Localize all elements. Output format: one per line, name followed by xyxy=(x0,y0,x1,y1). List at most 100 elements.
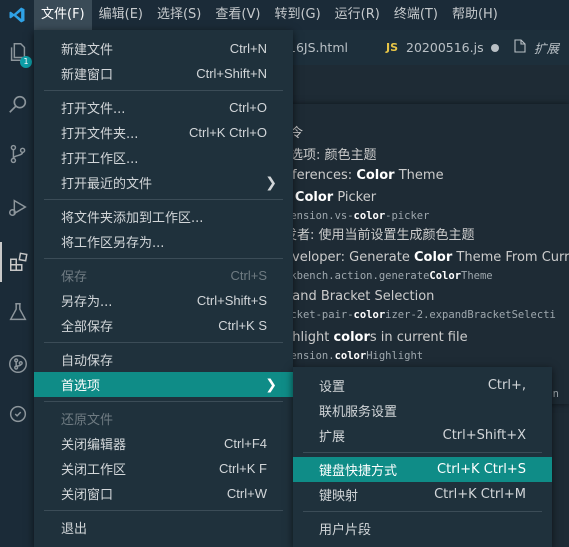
file-menu-item[interactable]: 关闭窗口 Ctrl+W xyxy=(34,481,293,506)
preferences-submenu: 设置 Ctrl+, 联机服务设置 扩展 Ctrl+Shift+X 键盘快捷方式 Ctrl+K… xyxy=(293,367,552,547)
preferences-item[interactable]: 用户片段 xyxy=(293,516,552,541)
preferences-item-shortcut: Ctrl+, xyxy=(487,378,526,393)
file-menu-item-shortcut: Ctrl+Shift+N xyxy=(196,66,267,81)
file-menu-item-label: 打开文件夹... xyxy=(61,127,139,142)
chevron-right-icon: ❯ xyxy=(265,174,277,191)
palette-item-command-id: tension.colorHighlight xyxy=(284,350,424,362)
menubar-item-3[interactable]: 查看(V) xyxy=(208,0,267,30)
file-menu-item[interactable]: 关闭工作区 Ctrl+K F xyxy=(34,456,293,481)
palette-item-command-id: tension.vs-color-picker xyxy=(284,210,430,222)
file-menu-item-label: 打开工作区... xyxy=(61,152,139,167)
file-menu-item[interactable]: 新建窗口 Ctrl+Shift+N xyxy=(34,61,293,86)
menubar-item-2[interactable]: 选择(S) xyxy=(150,0,208,30)
file-menu-item-label: 全部保存 xyxy=(61,320,114,335)
file-menu-item-shortcut: Ctrl+K S xyxy=(218,318,267,333)
preferences-item[interactable]: 键盘快捷方式 Ctrl+K Ctrl+S xyxy=(293,457,552,482)
run-debug-icon[interactable] xyxy=(0,187,36,227)
git-graph-icon[interactable] xyxy=(0,344,36,384)
palette-item[interactable]: ghlight colors in current file tension.co… xyxy=(284,328,569,364)
unsaved-dot-icon[interactable] xyxy=(490,43,499,52)
file-menu-item-label: 还原文件 xyxy=(61,413,114,428)
file-menu-item-label: 关闭工作区 xyxy=(61,463,127,478)
explorer-icon[interactable]: 1 xyxy=(0,32,36,72)
file-menu: 新建文件 Ctrl+N 新建窗口 Ctrl+Shift+N 打开文件... Ctrl+O 打… xyxy=(34,30,293,547)
preferences-item-label: 键映射 xyxy=(319,489,359,504)
source-control-icon[interactable] xyxy=(0,134,36,174)
menu-separator xyxy=(44,90,283,91)
preferences-item-shortcut: Ctrl+K Ctrl+S xyxy=(437,462,526,477)
file-menu-item-shortcut: Ctrl+S xyxy=(230,268,267,283)
tab-extensions[interactable]: 扩展 xyxy=(514,30,559,65)
file-menu-item-shortcut: Ctrl+F4 xyxy=(224,436,267,451)
file-menu-item[interactable]: 打开工作区... xyxy=(34,145,293,170)
vscode-logo-icon[interactable] xyxy=(0,0,34,30)
search-icon[interactable] xyxy=(0,84,36,124)
palette-item-title: s Color Picker xyxy=(284,190,377,205)
file-menu-item[interactable]: 新建文件 Ctrl+N xyxy=(34,36,293,61)
preferences-item-shortcut: Ctrl+K Ctrl+M xyxy=(434,487,526,502)
palette-item-title: 发者: 使用当前设置生成颜色主题 xyxy=(284,228,475,243)
file-menu-item-label: 自动保存 xyxy=(61,354,114,369)
testing-flask-icon[interactable] xyxy=(0,292,36,332)
palette-item[interactable]: 选项: 颜色主题 xyxy=(290,146,569,166)
menubar-item-1[interactable]: 编辑(E) xyxy=(92,0,150,30)
extensions-icon[interactable] xyxy=(0,242,36,282)
palette-item-title: 选项: 颜色主题 xyxy=(290,148,377,163)
file-menu-item[interactable]: 关闭编辑器 Ctrl+F4 xyxy=(34,431,293,456)
preferences-item[interactable]: 设置 Ctrl+, xyxy=(293,373,552,398)
menubar-item-6[interactable]: 终端(T) xyxy=(387,0,445,30)
palette-item[interactable]: pand Bracket Selection acket-pair-coloriz… xyxy=(284,287,569,323)
preferences-item[interactable]: 扩展 Ctrl+Shift+X xyxy=(293,423,552,448)
file-menu-item[interactable]: 另存为... Ctrl+Shift+S xyxy=(34,288,293,313)
preferences-item-label: 扩展 xyxy=(319,430,346,445)
palette-item[interactable]: s Color Picker tension.vs-color-picker xyxy=(284,188,569,224)
preferences-item-label: 用户片段 xyxy=(319,523,372,538)
file-menu-item-shortcut: Ctrl+O xyxy=(229,100,267,115)
remote-icon[interactable] xyxy=(0,394,36,434)
preferences-item[interactable]: 联机服务设置 xyxy=(293,398,552,423)
file-menu-item[interactable]: 将文件夹添加到工作区... xyxy=(34,204,293,229)
file-menu-item-label: 首选项 xyxy=(61,379,101,394)
menu-separator xyxy=(44,258,283,259)
file-menu-item-label: 将工作区另存为... xyxy=(61,236,165,251)
explorer-badge: 1 xyxy=(20,56,32,68)
menubar-item-5[interactable]: 运行(R) xyxy=(328,0,387,30)
menubar-item-4[interactable]: 转到(G) xyxy=(267,0,327,30)
chevron-right-icon: ❯ xyxy=(265,376,277,393)
tab-js-file-label: 20200516.js xyxy=(406,40,484,55)
menu-separator xyxy=(44,401,283,402)
js-file-icon: JS xyxy=(386,41,399,54)
file-menu-item-label: 关闭窗口 xyxy=(61,488,114,503)
menubar-item-0[interactable]: 文件(F) xyxy=(34,0,92,30)
menu-separator xyxy=(303,452,542,453)
file-menu-item[interactable]: 打开文件夹... Ctrl+K Ctrl+O xyxy=(34,120,293,145)
file-menu-item[interactable]: 打开文件... Ctrl+O xyxy=(34,95,293,120)
file-menu-item[interactable]: 退出 xyxy=(34,515,293,540)
file-menu-item-label: 将文件夹添加到工作区... xyxy=(61,211,204,226)
palette-item-command-id: acket-pair-colorizer-2.expandBracketSele… xyxy=(284,309,556,321)
tab-js-file[interactable]: JS 20200516.js xyxy=(386,30,499,65)
file-menu-item-shortcut: Ctrl+N xyxy=(229,41,267,56)
file-menu-item[interactable]: 首选项 ❯ xyxy=(34,372,293,397)
file-menu-item[interactable]: 将工作区另存为... xyxy=(34,229,293,254)
title-bar: 文件(F) 编辑(E) 选择(S) 查看(V) 转到(G) 运行(R) 终端(T) 帮助(H) xyxy=(0,0,569,30)
file-menu-item-shortcut: Ctrl+K F xyxy=(218,461,267,476)
file-menu-item[interactable]: 自动保存 xyxy=(34,347,293,372)
file-menu-item[interactable]: 全部保存 Ctrl+K S xyxy=(34,313,293,338)
file-menu-item-label: 退出 xyxy=(61,522,88,537)
file-menu-item-label: 打开最近的文件 xyxy=(61,177,153,192)
palette-item[interactable]: eveloper: Generate Color Theme From Curr… xyxy=(284,248,569,284)
file-menu-item-label: 保存 xyxy=(61,270,88,285)
palette-item-title: ghlight colors in current file xyxy=(284,330,468,345)
palette-item[interactable]: eferences: Color Theme xyxy=(284,166,569,186)
file-menu-item[interactable]: 打开最近的文件 ❯ xyxy=(34,170,293,195)
palette-item[interactable]: 发者: 使用当前设置生成颜色主题 xyxy=(284,226,569,246)
tab-html-file-label: 16JS.html xyxy=(288,40,348,55)
tab-html-file[interactable]: 16JS.html xyxy=(288,30,348,65)
file-menu-item-label: 新建窗口 xyxy=(61,68,114,83)
preferences-item-label: 联机服务设置 xyxy=(319,405,398,420)
preferences-item-shortcut: Ctrl+Shift+X xyxy=(442,428,526,443)
vscode-window: 文件(F) 编辑(E) 选择(S) 查看(V) 转到(G) 运行(R) 终端(T) 帮助(H)… xyxy=(0,0,569,547)
menubar-item-7[interactable]: 帮助(H) xyxy=(445,0,505,30)
preferences-item[interactable]: 键映射 Ctrl+K Ctrl+M xyxy=(293,482,552,507)
